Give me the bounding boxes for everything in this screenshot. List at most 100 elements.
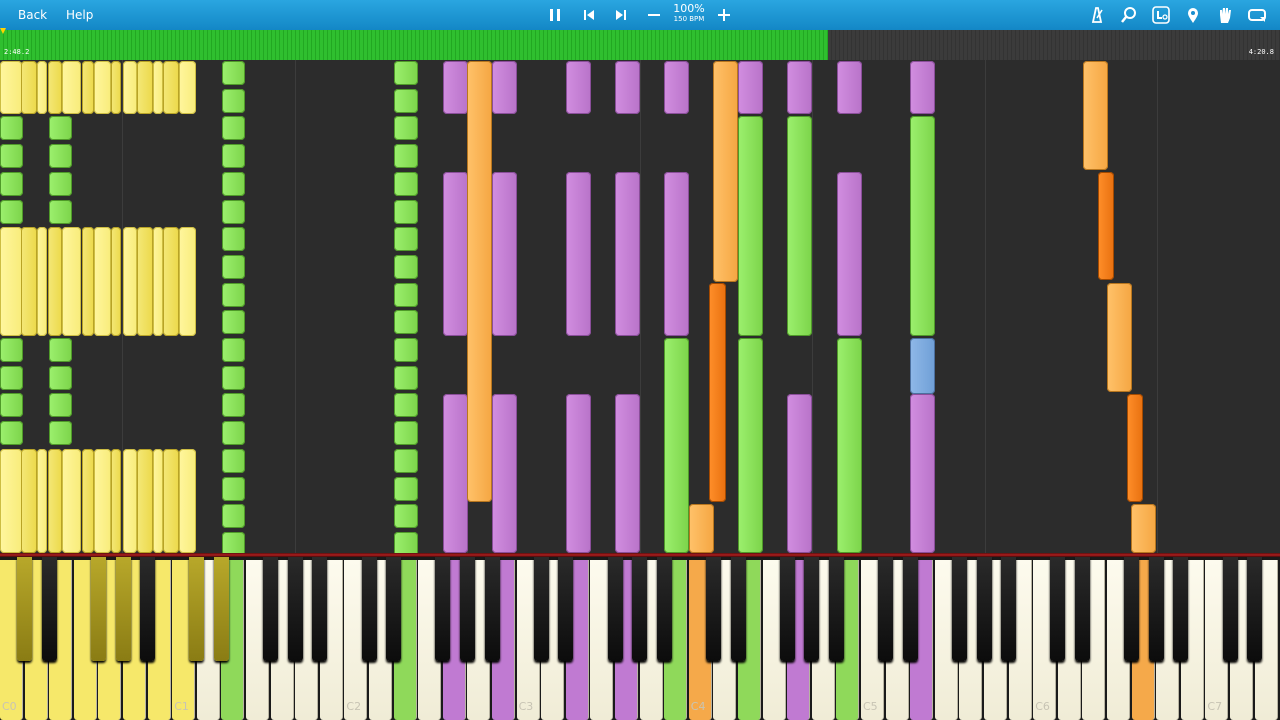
black-key[interactable] [779,557,795,661]
green-note [222,531,245,553]
black-key[interactable] [878,557,894,661]
pause-icon[interactable] [544,4,566,26]
orange-note [689,504,714,553]
black-key[interactable] [1247,557,1263,661]
black-key[interactable] [17,557,33,661]
minus-icon[interactable] [643,4,665,26]
location-pin-icon[interactable] [1182,4,1204,26]
black-key[interactable] [459,557,475,661]
gridline [295,60,296,553]
green-note [222,88,245,113]
black-key[interactable] [287,557,303,661]
black-key[interactable] [312,557,328,661]
speed-readout: 100% 150 BPM [668,3,710,24]
black-key[interactable] [607,557,623,661]
black-key[interactable] [951,557,967,661]
green-note [49,421,72,446]
octave-label: C3 [518,700,534,713]
black-key[interactable] [484,557,500,661]
hand-icon[interactable] [1214,4,1236,26]
black-key[interactable] [1074,557,1090,661]
yellow-note [179,449,196,553]
yellow-note [0,227,22,336]
zoom-icon[interactable] [1118,4,1140,26]
green-note [49,338,72,362]
yellow-note [163,61,179,114]
keyboard-label-icon[interactable] [1150,4,1172,26]
black-key[interactable] [189,557,205,661]
green-note [222,227,245,252]
black-key[interactable] [533,557,549,661]
green-note [664,338,689,553]
green-note [0,116,23,141]
green-note [394,476,418,501]
black-key[interactable] [1124,557,1140,661]
black-key[interactable] [828,557,844,661]
help-button[interactable]: Help [62,4,97,26]
black-key[interactable] [902,557,918,661]
green-note [222,282,245,307]
yellow-note [111,449,121,553]
black-key[interactable] [1173,557,1189,661]
black-key[interactable] [632,557,648,661]
orange-note [1083,61,1108,170]
black-key[interactable] [386,557,402,661]
progress-bar[interactable] [0,30,1280,60]
yellow-note [94,227,111,336]
black-key[interactable] [1148,557,1164,661]
purple-note [492,61,517,114]
green-note [394,504,418,529]
black-key[interactable] [558,557,574,661]
skip-back-icon[interactable] [578,4,600,26]
black-key[interactable] [90,557,106,661]
black-key[interactable] [804,557,820,661]
black-key[interactable] [361,557,377,661]
yellow-note [123,61,137,114]
green-note [394,448,418,473]
black-key[interactable] [656,557,672,661]
black-key[interactable] [263,557,279,661]
black-key[interactable] [115,557,131,661]
yellow-note [21,61,37,114]
yellow-note [62,61,81,114]
yellow-note [137,227,153,336]
yellow-note [82,449,94,553]
black-key[interactable] [1050,557,1066,661]
black-key[interactable] [705,557,721,661]
green-note [394,421,418,446]
orange-note [1107,283,1132,392]
orange-note [709,283,726,502]
black-key[interactable] [41,557,57,661]
green-note [738,338,763,553]
yellow-note [82,227,94,336]
green-note [394,338,418,362]
black-key[interactable] [213,557,229,661]
black-key[interactable] [140,557,156,661]
toolbar: Back Help 100% 150 BPM [0,0,1280,30]
note-roll [0,60,1280,553]
black-key[interactable] [1222,557,1238,661]
purple-note [566,394,591,553]
black-key[interactable] [1001,557,1017,661]
loop-icon[interactable] [1246,4,1268,26]
purple-note [787,394,812,553]
purple-note [837,61,862,114]
yellow-note [179,227,196,336]
gridline [640,60,641,553]
yellow-note [0,61,22,114]
progress-marker[interactable] [0,28,6,34]
gridline [985,60,986,553]
black-key[interactable] [435,557,451,661]
green-note [222,365,245,390]
yellow-note [37,227,47,336]
plus-icon[interactable] [713,4,735,26]
green-note [49,116,72,141]
yellow-note [37,61,47,114]
back-button[interactable]: Back [14,4,51,26]
black-key[interactable] [976,557,992,661]
metronome-icon[interactable] [1086,4,1108,26]
yellow-note [48,61,62,114]
skip-forward-icon[interactable] [610,4,632,26]
green-note [787,116,812,336]
black-key[interactable] [730,557,746,661]
